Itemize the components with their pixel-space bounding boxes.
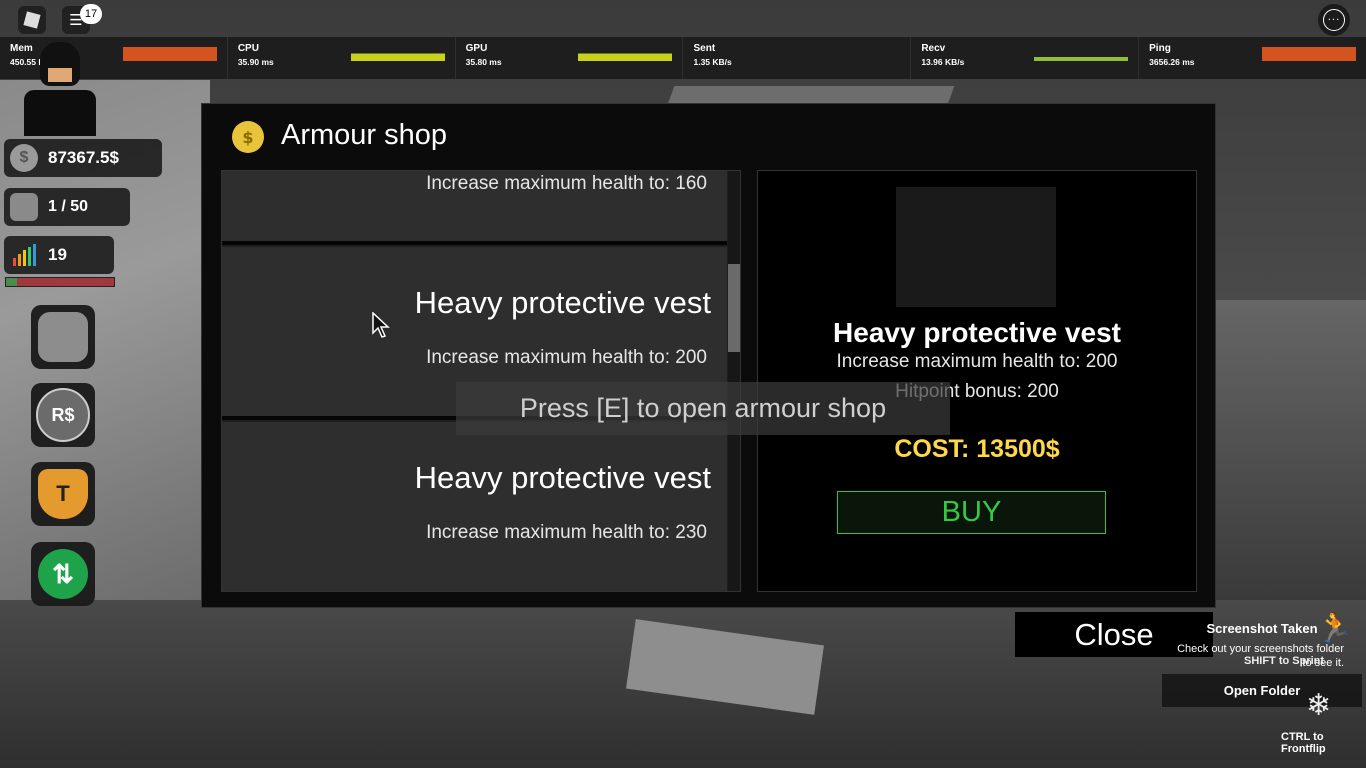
backpack-button[interactable] (31, 305, 95, 369)
stat-recv[interactable]: Recv 13.96 KB/s (911, 37, 1140, 79)
stat-label: Recv (921, 43, 946, 54)
selected-item-cost: COST: 13500$ (894, 435, 1060, 463)
stat-value: 35.80 ms (465, 57, 502, 67)
scene-right-wall (1215, 300, 1366, 600)
top-bar: ☰ 17 ··· (0, 0, 1366, 36)
item-details-panel: Heavy protective vest Increase maximum h… (757, 170, 1197, 592)
stat-value: 1.35 KB/s (693, 57, 732, 67)
level-bars-icon (10, 241, 38, 269)
more-options-button[interactable]: ··· (1318, 4, 1350, 36)
item-desc: Increase maximum health to: 160 (426, 173, 707, 194)
coin-icon: $ (232, 121, 264, 153)
avatar-face (48, 68, 72, 82)
stat-ping[interactable]: Ping 3656.26 ms (1139, 37, 1366, 79)
stat-value: 35.90 ms (237, 57, 274, 67)
inventory-value: 1 / 50 (48, 198, 89, 215)
stat-cpu[interactable]: CPU 35.90 ms (228, 37, 456, 79)
list-divider (222, 241, 727, 245)
scrollbar-thumb[interactable] (728, 264, 740, 352)
buy-button[interactable]: BUY (837, 491, 1106, 534)
stat-value: 13.96 KB/s (921, 57, 965, 67)
avatar-body (24, 90, 96, 136)
sprint-tip: SHIFT to Sprint (1244, 655, 1325, 667)
stat-bar (578, 47, 673, 61)
item-name: Heavy protective vest (414, 460, 711, 495)
player-avatar (22, 40, 98, 136)
backpack-icon (10, 193, 38, 221)
refresh-button[interactable]: ⇅ (31, 542, 95, 606)
selected-item-name: Heavy protective vest (833, 317, 1121, 348)
refresh-icon: ⇅ (38, 549, 88, 599)
selected-item-desc: Increase maximum health to: 200 (836, 351, 1118, 372)
money-value: 87367.5$ (48, 148, 119, 167)
inventory-display: 1 / 50 (4, 188, 130, 226)
money-display: $ 87367.5$ (4, 139, 162, 177)
stat-label: Sent (693, 43, 716, 54)
roblox-menu-button[interactable] (18, 6, 46, 34)
item-desc: Increase maximum health to: 200 (426, 347, 707, 368)
stat-gpu[interactable]: GPU 35.80 ms (456, 37, 684, 79)
shop-item[interactable]: Increase maximum health to: 160 (222, 171, 727, 241)
stat-label: GPU (465, 43, 488, 54)
toast-body-line1: Check out your screenshots folder (1177, 643, 1344, 655)
stat-bar (350, 47, 445, 61)
item-name: Heavy protective vest (414, 285, 711, 320)
toast-title: Screenshot Taken (1206, 621, 1318, 636)
stat-sent[interactable]: Sent 1.35 KB/s (683, 37, 912, 79)
open-folder-button[interactable]: Open Folder (1162, 674, 1362, 707)
level-value: 19 (48, 245, 67, 264)
shop-title: Armour shop (281, 119, 448, 151)
money-bag-icon: $ (10, 144, 38, 172)
shield-t-icon: T (38, 469, 88, 519)
interaction-prompt: Press [E] to open armour shop (456, 382, 950, 435)
stat-label: CPU (237, 43, 259, 54)
item-desc: Increase maximum health to: 230 (426, 522, 707, 543)
level-display: 19 (4, 236, 114, 274)
armour-shop-window: $ Armour shop Increase maximum health to… (201, 103, 1216, 608)
team-shield-button[interactable]: T (31, 462, 95, 526)
shop-item[interactable]: Heavy protective vest Increase maximum h… (222, 422, 727, 591)
shop-item-list[interactable]: Increase maximum health to: 160 Heavy pr… (221, 170, 741, 592)
chat-badge: 17 (80, 4, 102, 24)
stat-label: Ping (1149, 43, 1171, 54)
xp-fill (6, 278, 17, 286)
robux-icon: R$ (36, 388, 90, 442)
frontflip-icon: ❄ (1306, 688, 1332, 723)
roblox-logo-icon (23, 11, 41, 29)
backpack-icon (38, 312, 88, 362)
robux-button[interactable]: R$ (31, 383, 95, 447)
stat-value: 3656.26 ms (1149, 57, 1195, 67)
more-icon: ··· (1323, 9, 1345, 31)
list-scrollbar[interactable] (728, 171, 740, 591)
stat-bar (122, 47, 217, 61)
stat-bar (1261, 47, 1356, 61)
performance-stats-bar: Mem 450.55 MB CPU 35.90 ms GPU 35.80 ms … (0, 37, 1366, 79)
stat-bar (1034, 47, 1129, 61)
xp-bar (5, 277, 115, 287)
frontflip-tip: CTRL to Frontflip (1281, 731, 1326, 755)
item-preview-image (896, 187, 1056, 307)
